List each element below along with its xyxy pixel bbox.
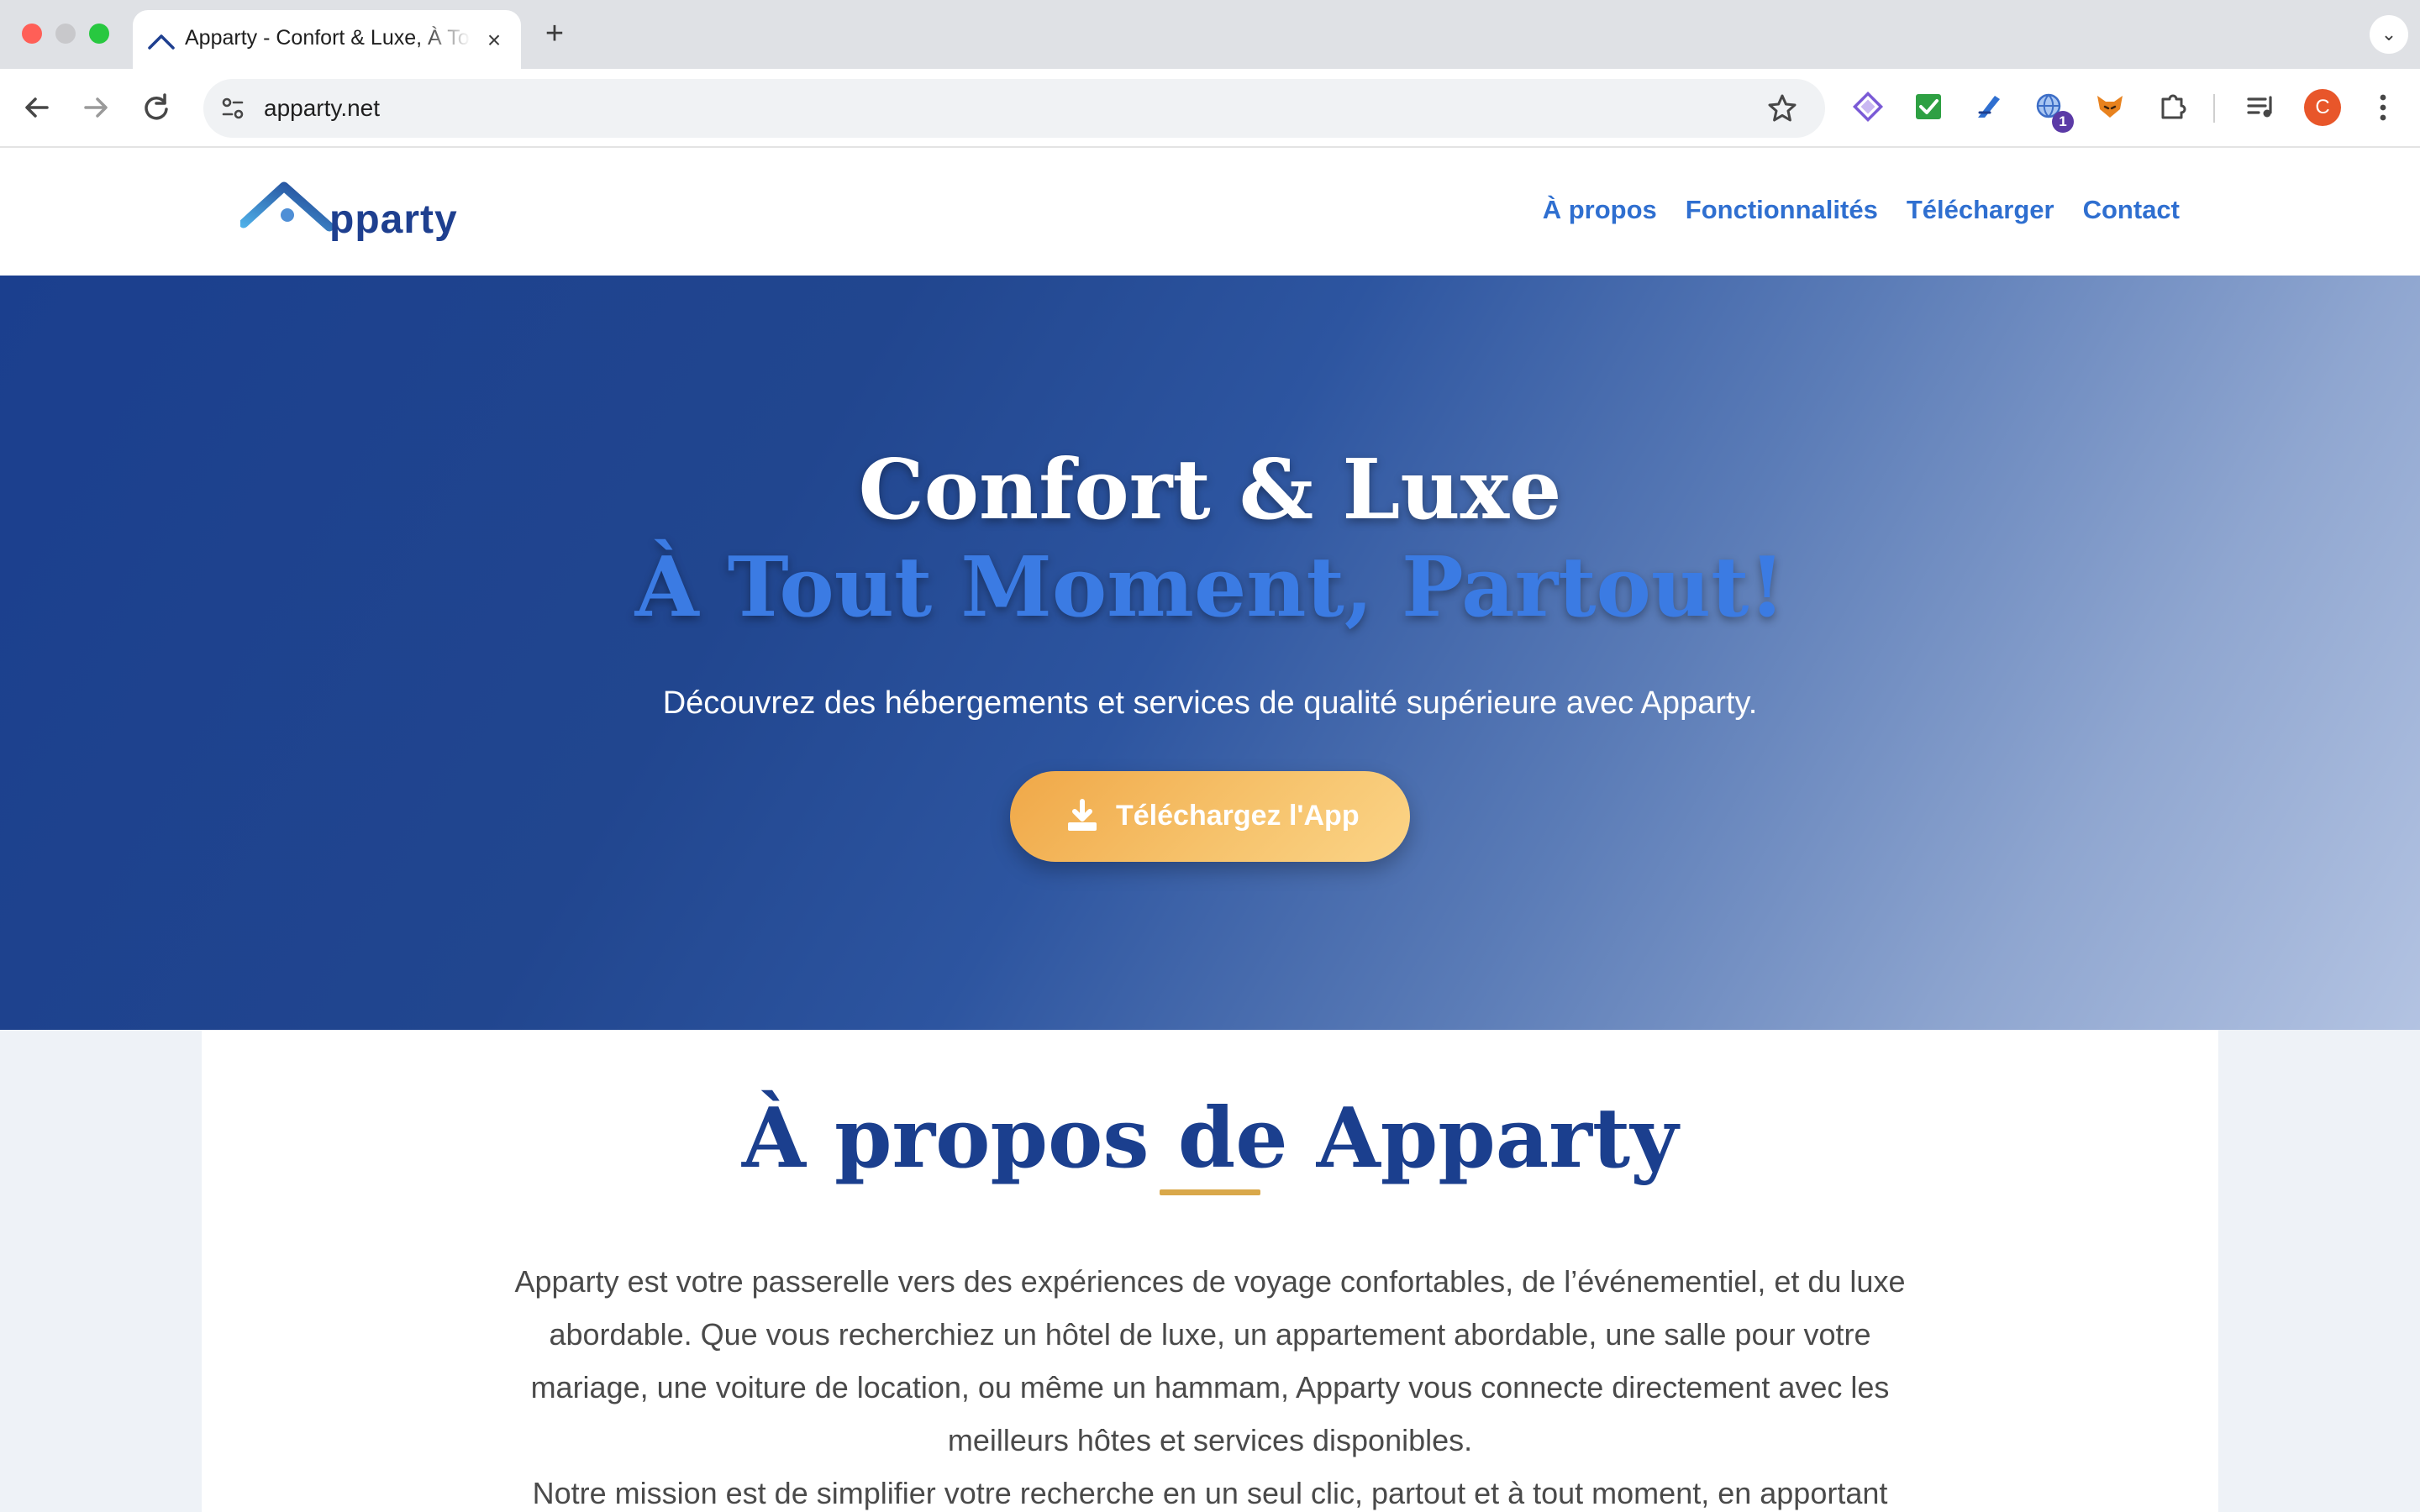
nav-link-fonctionnalites[interactable]: Fonctionnalités	[1686, 192, 1878, 228]
address-bar[interactable]: apparty.net	[203, 79, 1825, 138]
fox-extension-icon[interactable]	[2091, 87, 2129, 126]
browser-toolbar: apparty.net 1 C	[0, 69, 2420, 148]
browser-tab-strip: Apparty - Confort & Luxe, À Tout Moment,…	[0, 0, 2420, 69]
about-paragraph-2: Notre mission est de simplifier votre re…	[532, 1476, 1888, 1510]
apparty-logo[interactable]: pparty	[240, 175, 459, 249]
kebab-menu-icon[interactable]	[2366, 87, 2400, 128]
download-app-label: Téléchargez l'App	[1116, 800, 1360, 832]
extension-badge-count: 1	[2052, 111, 2074, 133]
media-queue-icon[interactable]	[2242, 87, 2281, 126]
bookmark-star-icon[interactable]	[1763, 89, 1802, 128]
toolbar-separator	[2213, 94, 2215, 123]
back-arrow-icon[interactable]	[17, 87, 57, 128]
puzzle-extensions-icon[interactable]	[2153, 87, 2191, 126]
url-text[interactable]: apparty.net	[264, 92, 380, 124]
site-nav: À propos Fonctionnalités Télécharger Con…	[1543, 192, 2180, 228]
about-title: À propos de Apparty	[741, 1090, 1679, 1187]
site-header: pparty À propos Fonctionnalités Téléchar…	[0, 148, 2420, 276]
web-page: pparty À propos Fonctionnalités Téléchar…	[0, 148, 2420, 1512]
apparty-favicon-icon	[148, 34, 175, 50]
forward-arrow-icon[interactable]	[76, 87, 116, 128]
tab-title: Apparty - Confort & Luxe, À Tout Moment,…	[185, 26, 471, 50]
hero-section: Confort & Luxe À Tout Moment, Partout! D…	[0, 276, 2420, 1030]
diamond-extension-icon[interactable]	[1849, 87, 1887, 126]
window-close-button[interactable]	[22, 24, 42, 44]
window-minimize-button[interactable]	[55, 24, 76, 44]
browser-tab-active[interactable]: Apparty - Confort & Luxe, À Tout Moment,…	[133, 10, 521, 69]
reload-icon[interactable]	[136, 87, 176, 128]
download-app-button[interactable]: Téléchargez l'App	[1010, 771, 1410, 862]
download-icon	[1068, 799, 1097, 831]
logo-wordmark: pparty	[329, 197, 458, 242]
globe-extension-icon[interactable]: 1	[2030, 87, 2074, 133]
new-tab-button[interactable]: +	[538, 17, 571, 50]
profile-avatar[interactable]: C	[2304, 89, 2341, 126]
window-maximize-button[interactable]	[89, 24, 109, 44]
tab-close-icon[interactable]: ×	[481, 27, 508, 54]
nav-link-a-propos[interactable]: À propos	[1543, 192, 1657, 228]
nav-link-contact[interactable]: Contact	[2083, 192, 2180, 228]
about-text: Apparty est votre passerelle vers des ex…	[487, 1255, 1933, 1512]
about-paragraph-1: Apparty est votre passerelle vers des ex…	[514, 1264, 1906, 1457]
nav-link-telecharger[interactable]: Télécharger	[1907, 192, 2054, 228]
title-underline-divider	[1160, 1189, 1260, 1195]
tab-search-chevron-icon[interactable]: ⌄	[2370, 15, 2408, 54]
green-checkbox-extension-icon[interactable]	[1909, 87, 1948, 126]
hero-title-line1: Confort & Luxe	[858, 442, 1562, 538]
about-section: À propos de Apparty Apparty est votre pa…	[202, 1030, 2218, 1512]
quill-extension-icon[interactable]	[1970, 87, 2008, 126]
hero-subtitle: Découvrez des hébergements et services d…	[662, 685, 1758, 721]
site-settings-icon[interactable]	[215, 91, 250, 126]
hero-title-line2: À Tout Moment, Partout!	[634, 539, 1786, 636]
logo-roof-icon	[240, 181, 334, 232]
